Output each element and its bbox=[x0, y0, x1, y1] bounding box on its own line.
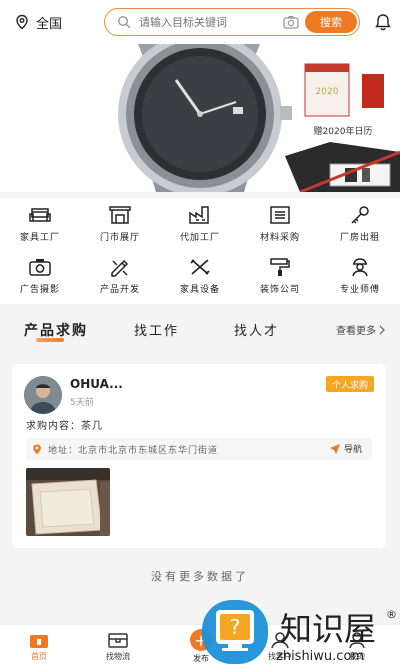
top-bar: 全国 搜索 bbox=[0, 0, 400, 44]
category-professional-master[interactable]: 专业师傅 bbox=[320, 250, 400, 302]
category-label: 代加工厂 bbox=[179, 233, 220, 243]
purchase-request-card[interactable]: OHUA... 5天前 个人求购 求购内容：茶几 地址：北京市北京市东城区东华门… bbox=[12, 364, 386, 548]
view-more-label: 查看更多 bbox=[336, 326, 376, 337]
location-label: 全国 bbox=[36, 16, 63, 32]
tab-product-purchase[interactable]: 产品求购 bbox=[24, 320, 88, 340]
navigate-label: 导航 bbox=[343, 445, 362, 455]
camera-icon bbox=[29, 259, 51, 276]
search-input[interactable] bbox=[139, 15, 279, 29]
app-screen: 全国 搜索 bbox=[0, 0, 400, 666]
tab-find-talent[interactable]: 找人才 bbox=[234, 320, 279, 339]
tab-find-job[interactable]: 找工作 bbox=[134, 320, 179, 339]
nav-logistics[interactable]: 找物流 bbox=[106, 631, 130, 662]
sofa-icon bbox=[29, 208, 51, 222]
avatar-image bbox=[24, 376, 62, 414]
product-photo-image bbox=[26, 468, 110, 536]
user-name: OHUA... bbox=[70, 377, 123, 391]
location-pin-icon bbox=[16, 14, 28, 30]
category-label: 家具设备 bbox=[179, 285, 220, 295]
category-grid: 家具工厂 门市展厅 代加工厂 材料采购 厂房出租 广告摄影 产品开发 家具设备 bbox=[0, 198, 400, 304]
key-icon bbox=[351, 206, 369, 224]
navigation-arrow-icon bbox=[329, 443, 340, 454]
address-label: 地址： bbox=[48, 445, 79, 456]
personal-purchase-badge: 个人求购 bbox=[325, 376, 374, 392]
category-furniture-factory[interactable]: 家具工厂 bbox=[0, 198, 80, 250]
category-ad-photography[interactable]: 广告摄影 bbox=[0, 250, 80, 302]
calendar-year: 2020 bbox=[316, 87, 339, 97]
watermark-logo: ? 知识屋 ® zhishiwu.com bbox=[202, 600, 397, 664]
category-label: 家具工厂 bbox=[19, 233, 60, 243]
address-pin-icon bbox=[33, 444, 41, 454]
svg-text:?: ? bbox=[230, 615, 241, 639]
nav-home[interactable]: 首页 bbox=[28, 631, 50, 662]
tools-icon bbox=[190, 259, 210, 275]
banner-image: 2020 赠2020年日历 bbox=[0, 44, 400, 192]
category-label: 装饰公司 bbox=[259, 285, 300, 295]
category-oem-factory[interactable]: 代加工厂 bbox=[160, 198, 240, 250]
category-label: 材料采购 bbox=[259, 233, 300, 243]
category-label: 产品开发 bbox=[99, 285, 140, 295]
feed-tabs: 产品求购 找工作 找人才 查看更多 bbox=[0, 312, 400, 354]
category-factory-rental[interactable]: 厂房出租 bbox=[320, 198, 400, 250]
watermark-title: 知识屋 bbox=[280, 610, 376, 648]
avatar[interactable] bbox=[24, 376, 62, 414]
logistics-icon bbox=[108, 633, 128, 648]
camera-search-icon[interactable] bbox=[283, 15, 299, 29]
watermark-url: zhishiwu.com bbox=[276, 649, 364, 664]
factory-icon bbox=[189, 206, 209, 224]
address-row: 地址：北京市北京市东城区东华门街道 导航 bbox=[26, 438, 372, 460]
category-label: 厂房出租 bbox=[339, 233, 380, 243]
category-showroom[interactable]: 门市展厅 bbox=[80, 198, 160, 250]
category-furniture-equipment[interactable]: 家具设备 bbox=[160, 250, 240, 302]
svg-text:®: ® bbox=[386, 608, 397, 621]
search-icon bbox=[117, 15, 131, 29]
chevron-right-icon bbox=[379, 325, 385, 334]
address-text: 地址：北京市北京市东城区东华门街道 bbox=[48, 443, 218, 456]
no-more-data-text: 没有更多数据了 bbox=[151, 570, 249, 583]
product-photo[interactable] bbox=[26, 468, 110, 536]
category-label: 广告摄影 bbox=[19, 285, 60, 295]
location-selector[interactable]: 全国 bbox=[14, 13, 94, 32]
request-value: 茶几 bbox=[81, 421, 103, 432]
category-decoration-company[interactable]: 装饰公司 bbox=[240, 250, 320, 302]
search-button[interactable]: 搜索 bbox=[305, 11, 357, 33]
category-product-dev[interactable]: 产品开发 bbox=[80, 250, 160, 302]
request-label: 求购内容： bbox=[26, 421, 81, 432]
nav-home-label: 首页 bbox=[31, 652, 47, 661]
view-more-link[interactable]: 查看更多 bbox=[336, 322, 386, 337]
worker-icon bbox=[352, 258, 368, 277]
design-icon bbox=[111, 259, 129, 277]
navigate-button[interactable]: 导航 bbox=[329, 442, 362, 455]
bell-icon[interactable] bbox=[374, 13, 392, 31]
category-material-purchase[interactable]: 材料采购 bbox=[240, 198, 320, 250]
storefront-icon bbox=[109, 206, 131, 224]
home-icon bbox=[30, 635, 48, 648]
promo-banner[interactable]: 2020 赠2020年日历 bbox=[0, 44, 400, 192]
address-value: 北京市北京市东城区东华门街道 bbox=[78, 445, 219, 456]
category-label: 专业师傅 bbox=[339, 285, 380, 295]
nav-logistics-label: 找物流 bbox=[106, 652, 130, 661]
search-bar[interactable]: 搜索 bbox=[104, 8, 360, 36]
paint-roller-icon bbox=[270, 258, 290, 276]
request-content: 求购内容：茶几 bbox=[26, 417, 103, 432]
list-icon bbox=[270, 206, 290, 224]
category-label: 门市展厅 bbox=[99, 233, 140, 243]
calendar-caption: 赠2020年日历 bbox=[314, 125, 373, 137]
active-tab-indicator bbox=[36, 338, 64, 342]
post-time: 5天前 bbox=[70, 398, 94, 408]
